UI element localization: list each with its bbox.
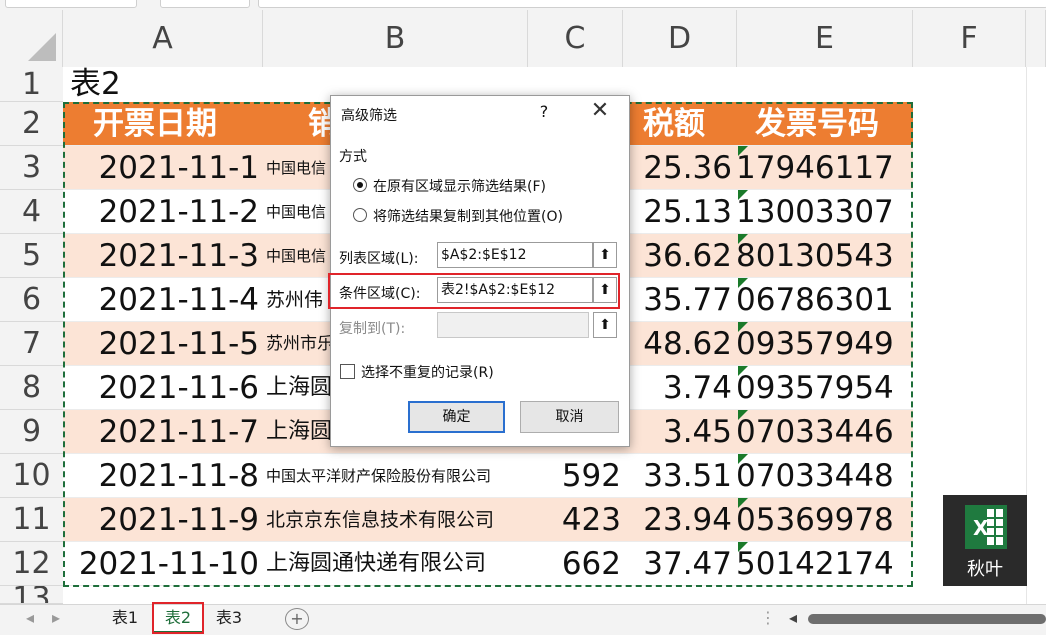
header-tax[interactable]: 税额 [643, 102, 733, 146]
cell-invoice[interactable]: 17946117 [736, 146, 911, 190]
cell-tax[interactable]: 3.45 [633, 410, 732, 454]
tab-scroll-right-icon[interactable]: ▸ [48, 605, 64, 631]
cell-invoice[interactable]: 05369978 [736, 498, 911, 542]
cell-invoice[interactable]: 50142174 [736, 542, 911, 586]
cell-date[interactable]: 2021-11-1 [63, 146, 259, 190]
criteria-highlight-box [328, 273, 620, 309]
cell-invoice[interactable]: 07033446 [736, 410, 911, 454]
row-header[interactable]: 13 [0, 586, 63, 604]
cell-tax[interactable]: 3.74 [633, 366, 732, 410]
range-picker-icon[interactable]: ⬆ [593, 312, 617, 338]
tab-scroll-left-icon[interactable]: ◂ [22, 605, 38, 631]
cell-tax[interactable]: 25.13 [633, 190, 732, 234]
row-header[interactable]: 5 [0, 234, 63, 278]
column-header-d[interactable]: D [623, 10, 737, 67]
list-range-input[interactable]: $A$2:$E$12 [437, 242, 593, 268]
column-header-e[interactable]: E [737, 10, 913, 67]
unique-records-checkbox[interactable] [340, 364, 355, 379]
cell-tax[interactable]: 23.94 [633, 498, 732, 542]
hscroll-left-icon[interactable]: ◂ [786, 605, 800, 631]
name-box[interactable] [5, 0, 137, 8]
row-header[interactable]: 8 [0, 366, 63, 410]
select-all-icon [28, 33, 56, 61]
copy-to-label: 复制到(T): [339, 321, 406, 337]
row-header[interactable]: 10 [0, 454, 63, 498]
radio-filter-in-place[interactable] [353, 178, 367, 192]
scroll-dots: ⋮ [760, 608, 776, 627]
ok-button[interactable]: 确定 [408, 401, 505, 433]
row-header[interactable]: 3 [0, 146, 63, 190]
column-header-b[interactable]: B [263, 10, 528, 67]
svg-text:X: X [973, 516, 989, 540]
cell-invoice[interactable]: 13003307 [736, 190, 911, 234]
add-sheet-icon[interactable]: + [285, 608, 309, 630]
cell-tax[interactable]: 36.62 [633, 234, 732, 278]
horizontal-scrollbar[interactable] [808, 614, 1046, 624]
row-header[interactable]: 9 [0, 410, 63, 454]
row-header[interactable]: 11 [0, 498, 63, 542]
cell-amount[interactable]: 423 [533, 498, 621, 542]
tab-sheet1[interactable]: 表1 [104, 605, 146, 631]
row-header[interactable]: 7 [0, 322, 63, 366]
mode-label: 方式 [339, 149, 367, 165]
cell-invoice[interactable]: 09357954 [736, 366, 911, 410]
unique-records-label[interactable]: 选择不重复的记录(R) [361, 362, 494, 382]
table-row: 2021-11-8 中国太平洋财产保险股份有限公司 592 33.51 0703… [63, 454, 913, 498]
list-range-label: 列表区域(L): [339, 251, 419, 267]
cell-invoice[interactable]: 09357949 [736, 322, 911, 366]
close-button[interactable]: ✕ [589, 98, 611, 123]
cell-invoice[interactable]: 80130543 [736, 234, 911, 278]
option-copy-to-location-label[interactable]: 将筛选结果复制到其他位置(O) [373, 206, 563, 226]
cancel-button[interactable]: 取消 [520, 401, 619, 433]
radio-copy-to-location[interactable] [353, 208, 367, 222]
cell-date[interactable]: 2021-11-4 [63, 278, 259, 322]
cell-date[interactable]: 2021-11-5 [63, 322, 259, 366]
range-picker-icon[interactable]: ⬆ [593, 242, 617, 268]
column-header-a[interactable]: A [63, 10, 263, 67]
sheet-tab-bar: ◂ ▸ 表1 表2 表3 + ⋮ ◂ [0, 602, 1046, 635]
logo-text: 秋叶 [967, 559, 1003, 580]
cell-date[interactable]: 2021-11-10 [63, 542, 259, 586]
cell-tax[interactable]: 48.62 [633, 322, 732, 366]
row-header[interactable]: 6 [0, 278, 63, 322]
row-header[interactable]: 12 [0, 542, 63, 586]
header-date[interactable]: 开票日期 [93, 102, 273, 146]
cell-amount[interactable]: 662 [533, 542, 621, 586]
row-header[interactable]: 4 [0, 190, 63, 234]
cell-tax[interactable]: 37.47 [633, 542, 732, 586]
formula-buttons[interactable] [160, 0, 250, 8]
cell-tax[interactable]: 35.77 [633, 278, 732, 322]
cell-tax[interactable]: 25.36 [633, 146, 732, 190]
cell-date[interactable]: 2021-11-7 [63, 410, 259, 454]
column-header-c[interactable]: C [528, 10, 623, 67]
formula-input[interactable] [258, 0, 1046, 8]
cell-date[interactable]: 2021-11-2 [63, 190, 259, 234]
cell-date[interactable]: 2021-11-8 [63, 454, 259, 498]
cell-date[interactable]: 2021-11-3 [63, 234, 259, 278]
excel-logo-icon: X [965, 505, 1007, 549]
cell-date[interactable]: 2021-11-6 [63, 366, 259, 410]
row-header[interactable]: 1 [0, 67, 63, 102]
column-header-f[interactable]: F [913, 10, 1026, 67]
cell-invoice[interactable]: 06786301 [736, 278, 911, 322]
option-filter-in-place-label[interactable]: 在原有区域显示筛选结果(F) [373, 176, 546, 196]
header-invoice[interactable]: 发票号码 [755, 102, 905, 146]
cell-date[interactable]: 2021-11-9 [63, 498, 259, 542]
select-all-corner[interactable] [0, 10, 63, 67]
copy-to-input[interactable] [437, 312, 589, 338]
help-button[interactable]: ? [534, 102, 554, 121]
active-tab-highlight-box [152, 602, 204, 634]
cell-a1-title[interactable]: 表2 [70, 67, 121, 102]
cell-tax[interactable]: 33.51 [633, 454, 732, 498]
cell-invoice[interactable]: 07033448 [736, 454, 911, 498]
tab-sheet3[interactable]: 表3 [208, 605, 250, 631]
column-header-g[interactable] [1026, 10, 1046, 67]
table-row: 2021-11-10 上海圆通快递有限公司 662 37.47 50142174 [63, 542, 913, 586]
advanced-filter-dialog: 高级筛选 ? ✕ 方式 在原有区域显示筛选结果(F) 将筛选结果复制到其他位置(… [328, 95, 630, 447]
qiuye-logo: X 秋叶 [943, 495, 1027, 586]
cell-amount[interactable]: 592 [533, 454, 621, 498]
dialog-title: 高级筛选 [341, 108, 397, 124]
row-header[interactable]: 2 [0, 102, 63, 146]
table-row: 2021-11-9 北京京东信息技术有限公司 423 23.94 0536997… [63, 498, 913, 542]
